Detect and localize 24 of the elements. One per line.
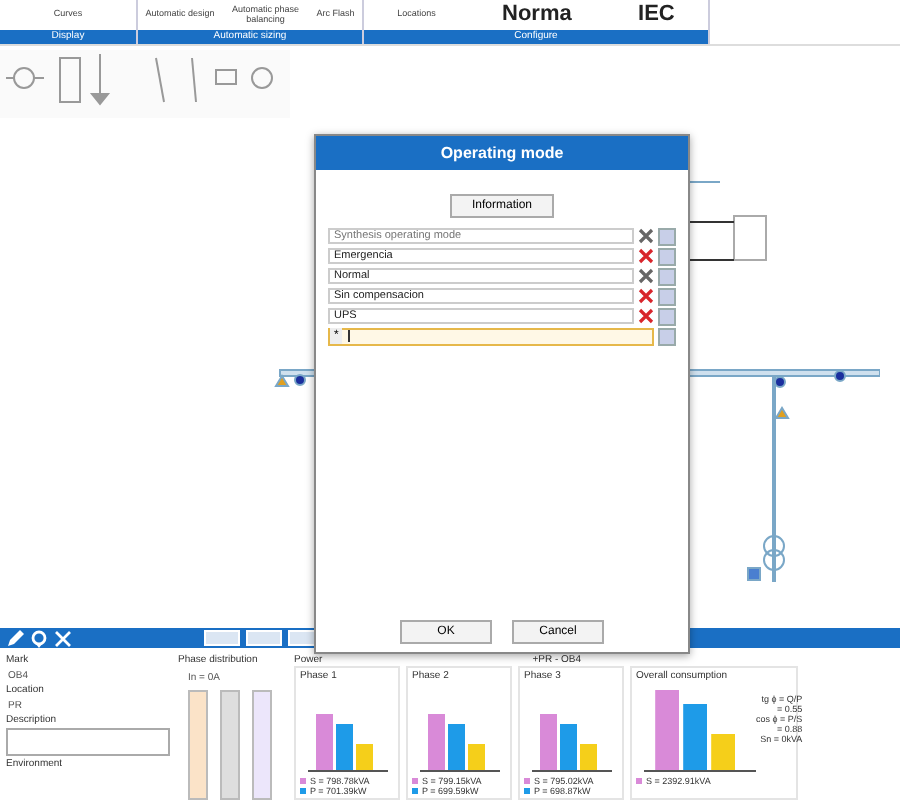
description-field[interactable] xyxy=(6,728,170,756)
bar-chart-drawing xyxy=(644,686,756,774)
delete-icon[interactable] xyxy=(638,268,654,284)
legend-swatch xyxy=(524,788,530,794)
delete-icon[interactable] xyxy=(638,308,654,324)
delete-icon[interactable] xyxy=(638,228,654,244)
legend-swatch xyxy=(412,788,418,794)
close-icon[interactable] xyxy=(54,629,72,647)
legend-swatch xyxy=(412,778,418,784)
legend-swatch xyxy=(300,778,306,784)
ribbon-button[interactable]: Norma xyxy=(498,4,576,26)
location-pin-icon[interactable] xyxy=(30,629,48,647)
ribbon-button[interactable]: IEC xyxy=(634,4,679,26)
legend-swatch xyxy=(524,778,530,784)
delete-icon[interactable] xyxy=(638,248,654,264)
pencil-icon[interactable] xyxy=(6,629,24,647)
symbol-palette-icon[interactable] xyxy=(0,50,290,118)
phase-bar xyxy=(220,690,240,800)
phase-bar xyxy=(252,690,272,800)
legend-swatch xyxy=(636,778,642,784)
phase-bar xyxy=(188,690,208,800)
delete-icon[interactable] xyxy=(638,288,654,304)
legend-swatch xyxy=(300,788,306,794)
dialog-title: Operating mode xyxy=(316,136,688,170)
